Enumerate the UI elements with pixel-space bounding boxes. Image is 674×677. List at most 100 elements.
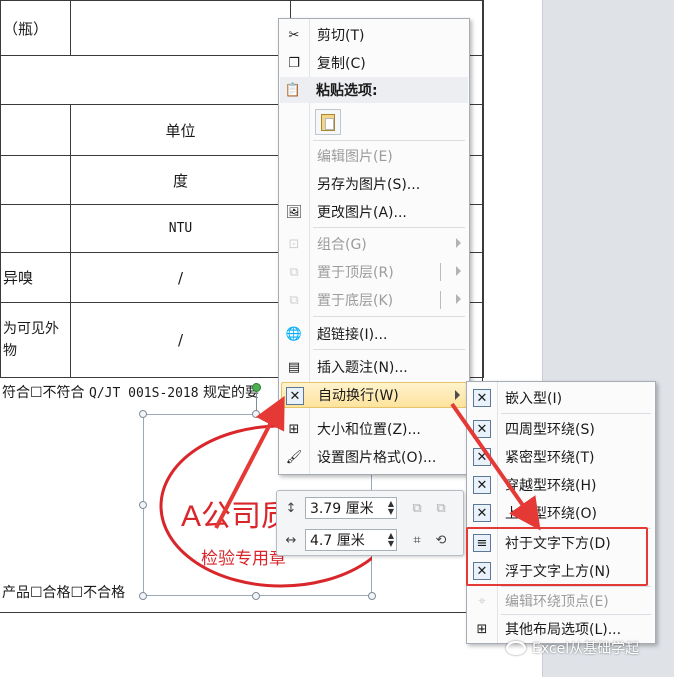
table-cell[interactable]: 度 [70, 155, 291, 205]
menu-separator [313, 349, 465, 350]
menu-item-size-position[interactable]: ⊞ 大小和位置(Z)... [281, 416, 467, 442]
table-cell[interactable] [0, 55, 71, 105]
table-cell[interactable]: / [70, 302, 291, 378]
resize-handle-bottom-left[interactable] [139, 592, 147, 600]
submenu-item-square[interactable]: ✕ 四周型环绕(S) [469, 416, 653, 442]
send-backward-icon[interactable]: ⧉ [431, 498, 451, 518]
insert-caption-icon: ▤ [287, 359, 301, 375]
menu-item-label: 更改图片(A)... [317, 205, 407, 221]
menu-item-copy[interactable]: ❐ 复制(C) [281, 50, 467, 76]
resize-handle-bottom-right[interactable] [368, 592, 376, 600]
wrap-in-front-icon: ✕ [473, 562, 491, 580]
crop-icon[interactable]: ⌗ [407, 530, 427, 550]
menu-item-hyperlink[interactable]: 🌐 超链接(I)... [281, 321, 467, 347]
edit-wrap-points-icon: ⌖ [478, 593, 486, 609]
menu-item-label: 复制(C) [317, 56, 366, 72]
menu-item-label: 上下型环绕(O) [505, 506, 597, 522]
menu-header-paste-options: 📋 粘贴选项: [280, 77, 468, 103]
menu-item-text-wrap[interactable]: ✕ 自动换行(W) [281, 382, 467, 408]
verdict-line[interactable]: 产品☐合格☐不合格 [2, 582, 125, 602]
submenu-item-edit-wrap-points[interactable]: ⌖ 编辑环绕顶点(E) [469, 588, 653, 614]
submenu-item-inline[interactable]: ✕ 嵌入型(I) [469, 385, 653, 411]
height-value: 3.79 厘米 [310, 501, 374, 517]
watermark: Excel从基础学起 [506, 638, 639, 658]
conformity-suffix: 规定的要 [203, 385, 260, 401]
layout-options-icon: ⊞ [476, 621, 488, 637]
menu-item-label: 剪切(T) [317, 28, 365, 44]
menu-item-label: 嵌入型(I) [505, 391, 563, 407]
width-spinner-icon[interactable]: ▲ ▼ [388, 532, 394, 548]
menu-item-label: 置于顶层(R) [317, 265, 394, 281]
resize-handle-top[interactable] [252, 410, 260, 418]
menu-item-label: 插入题注(N)... [317, 360, 408, 376]
shape-height-icon: ↕ [285, 500, 297, 516]
height-spinner-icon[interactable]: ▲ ▼ [388, 500, 394, 516]
menu-item-save-as-picture[interactable]: 另存为图片(S)... [281, 171, 467, 197]
width-value: 4.7 厘米 [310, 533, 365, 549]
menu-item-insert-caption[interactable]: ▤ 插入题注(N)... [281, 354, 467, 380]
split-divider [440, 291, 441, 309]
stamp-title: A公司质 [181, 500, 291, 533]
table-cell[interactable]: NTU [70, 204, 291, 253]
paste-keep-format-button[interactable] [315, 109, 341, 135]
table-cell[interactable]: （瓶） [0, 0, 71, 56]
scissors-icon: ✂ [288, 27, 300, 43]
table-cell[interactable]: 异嗅 [0, 252, 71, 303]
context-menu: ✂ 剪切(T) ❐ 复制(C) 📋 粘贴选项: 编辑图片(E) 另存为图片(S)… [278, 18, 470, 475]
menu-item-label: 自动换行(W) [318, 388, 399, 404]
submenu-item-in-front-of-text[interactable]: ✕ 浮于文字上方(N) [469, 558, 653, 584]
menu-item-edit-picture[interactable]: 编辑图片(E) [281, 143, 467, 169]
copy-icon: ❐ [288, 55, 300, 71]
menu-separator [501, 586, 651, 587]
conformity-prefix: 符合☐不符合 [2, 385, 85, 401]
submenu-arrow-icon [456, 294, 461, 304]
table-cell[interactable]: / [70, 252, 291, 303]
menu-item-label: 大小和位置(Z)... [317, 422, 421, 438]
menu-item-label: 紧密型环绕(T) [505, 450, 595, 466]
resize-handle-top-left[interactable] [139, 410, 147, 418]
picture-mini-toolbar: ↕ 3.79 厘米 ▲ ▼ ⧉ ⧉ ↔ 4.7 厘米 ▲ ▼ ⌗ ⟲ [276, 490, 464, 556]
conformity-line[interactable]: 符合☐不符合 Q/JT 001S-2018 规定的要 [2, 382, 259, 402]
submenu-item-behind-text[interactable]: ≡ 衬于文字下方(D) [469, 530, 653, 556]
menu-item-cut[interactable]: ✂ 剪切(T) [281, 22, 467, 48]
table-cell[interactable] [0, 104, 71, 156]
bring-forward-icon[interactable]: ⧉ [407, 498, 427, 518]
text-wrap-submenu: ✕ 嵌入型(I) ✕ 四周型环绕(S) ✕ 紧密型环绕(T) ✕ 穿越型环绕(H… [466, 381, 656, 644]
menu-item-label: 粘贴选项: [316, 83, 378, 99]
submenu-arrow-icon [455, 390, 460, 400]
table-cell[interactable] [0, 204, 71, 253]
group-icon: ⊡ [288, 236, 300, 252]
resize-handle-left[interactable] [139, 501, 147, 509]
table-cell[interactable] [0, 155, 71, 205]
table-cell[interactable] [70, 0, 291, 56]
shape-width-icon: ↔ [285, 532, 297, 548]
rotate-icon[interactable]: ⟲ [431, 530, 451, 550]
menu-item-change-picture[interactable]: 🖼 更改图片(A)... [281, 199, 467, 225]
wrap-behind-text-icon: ≡ [473, 534, 491, 552]
menu-item-format-picture[interactable]: 🖌 设置图片格式(O)... [281, 444, 467, 470]
resize-handle-bottom[interactable] [252, 592, 260, 600]
wrap-tight-icon: ✕ [473, 448, 491, 466]
height-input[interactable]: 3.79 厘米 ▲ ▼ [305, 497, 397, 519]
table-cell[interactable] [70, 55, 291, 105]
menu-item-send-to-back[interactable]: ⧉ 置于底层(K) [281, 287, 467, 313]
menu-item-label: 编辑环绕顶点(E) [505, 594, 609, 610]
menu-item-label: 衬于文字下方(D) [505, 536, 611, 552]
width-input[interactable]: 4.7 厘米 ▲ ▼ [305, 529, 397, 551]
menu-item-group[interactable]: ⊡ 组合(G) [281, 231, 467, 257]
menu-separator [501, 413, 651, 414]
menu-item-bring-to-front[interactable]: ⧉ 置于顶层(R) [281, 259, 467, 285]
submenu-item-through[interactable]: ✕ 穿越型环绕(H) [469, 472, 653, 498]
table-cell[interactable]: 单位 [70, 104, 291, 156]
width-row: ↔ 4.7 厘米 ▲ ▼ ⌗ ⟲ [281, 528, 455, 552]
menu-item-label: 其他布局选项(L)... [505, 622, 622, 638]
menu-separator [501, 614, 651, 615]
size-position-icon: ⊞ [288, 421, 300, 437]
submenu-item-top-bottom[interactable]: ✕ 上下型环绕(O) [469, 500, 653, 526]
menu-item-label: 超链接(I)... [317, 327, 388, 343]
bring-to-front-icon: ⧉ [289, 264, 299, 280]
submenu-item-tight[interactable]: ✕ 紧密型环绕(T) [469, 444, 653, 470]
table-cell[interactable]: 为可见外物 [0, 302, 71, 378]
menu-separator [313, 140, 465, 141]
rotation-handle[interactable] [252, 383, 261, 392]
